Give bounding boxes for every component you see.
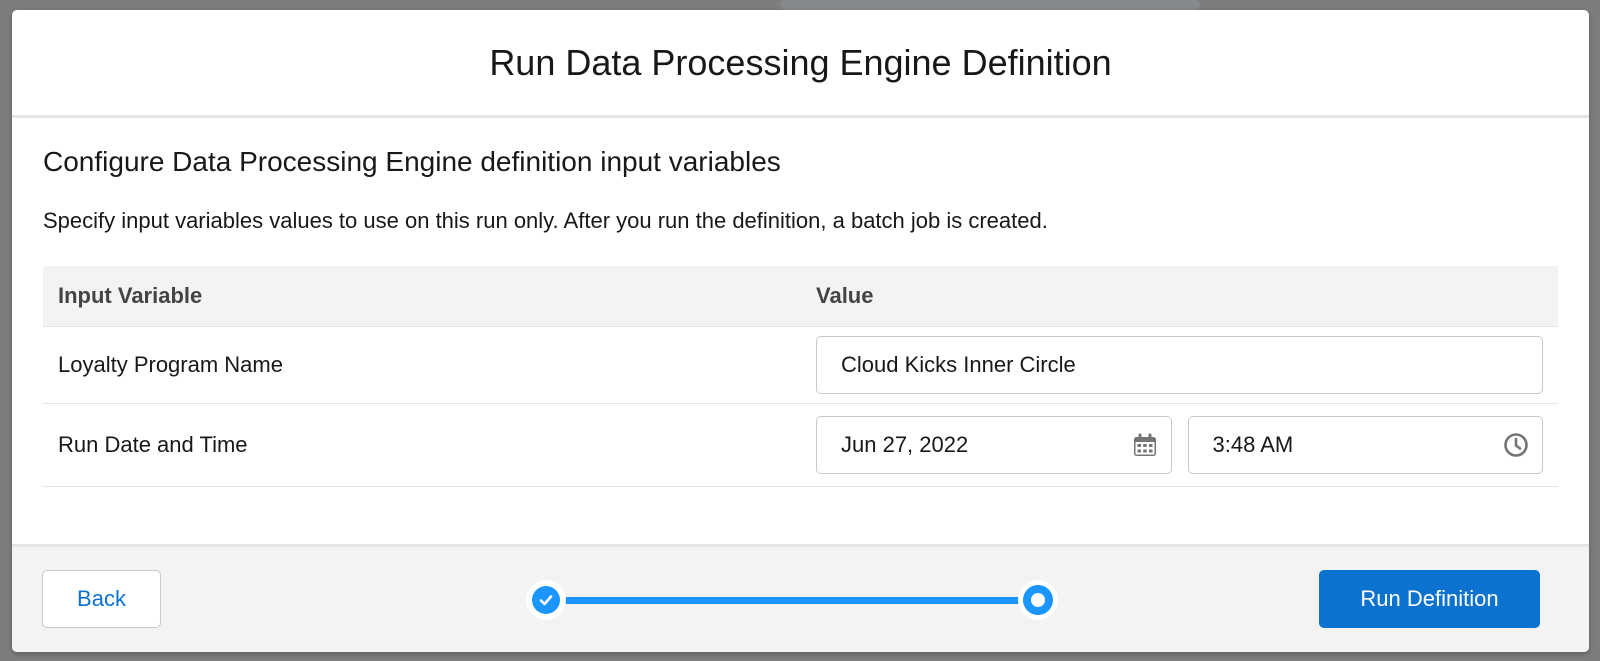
date-input[interactable] [816,416,1172,474]
section-heading: Configure Data Processing Engine definit… [43,146,781,177]
table-row: Run Date and Time [43,403,1558,487]
column-header-input-variable: Input Variable [43,266,801,327]
modal-dialog: Run Data Processing Engine Definition Co… [12,10,1589,652]
table-row: Loyalty Program Name [43,326,1558,404]
progress-indicator [526,580,1058,620]
modal-body: Configure Data Processing Engine definit… [12,146,1589,570]
column-header-value: Value [801,266,1558,327]
step-current-marker [1023,585,1053,615]
step-current-inner [1031,593,1045,607]
time-field [1187,416,1543,474]
backdrop-shape [780,0,1200,10]
variable-value-cell [801,403,1558,487]
input-variables-table: Input Variable Value Loyalty Program Nam… [43,266,1558,487]
clock-icon[interactable] [1503,432,1529,458]
modal-footer: Back Run Definition [12,544,1589,652]
progress-step-current[interactable] [1018,580,1058,620]
modal-title: Run Data Processing Engine Definition [489,41,1112,83]
variable-name: Loyalty Program Name [43,326,801,404]
back-button[interactable]: Back [42,570,161,628]
time-input[interactable] [1187,416,1543,474]
variable-value-cell [801,326,1558,404]
calendar-icon[interactable] [1132,432,1158,458]
run-definition-button[interactable]: Run Definition [1319,570,1540,628]
step-complete-marker [532,586,560,614]
check-icon [539,595,553,606]
progress-step-complete[interactable] [526,580,566,620]
table-header-row: Input Variable Value [43,266,1558,327]
datetime-picker [816,416,1543,474]
section-description: Specify input variables values to use on… [43,208,1048,233]
variable-name: Run Date and Time [43,403,801,487]
modal-header: Run Data Processing Engine Definition [12,10,1589,118]
date-field [816,416,1172,474]
progress-bar [546,597,1038,604]
loyalty-program-name-input[interactable] [816,336,1543,394]
